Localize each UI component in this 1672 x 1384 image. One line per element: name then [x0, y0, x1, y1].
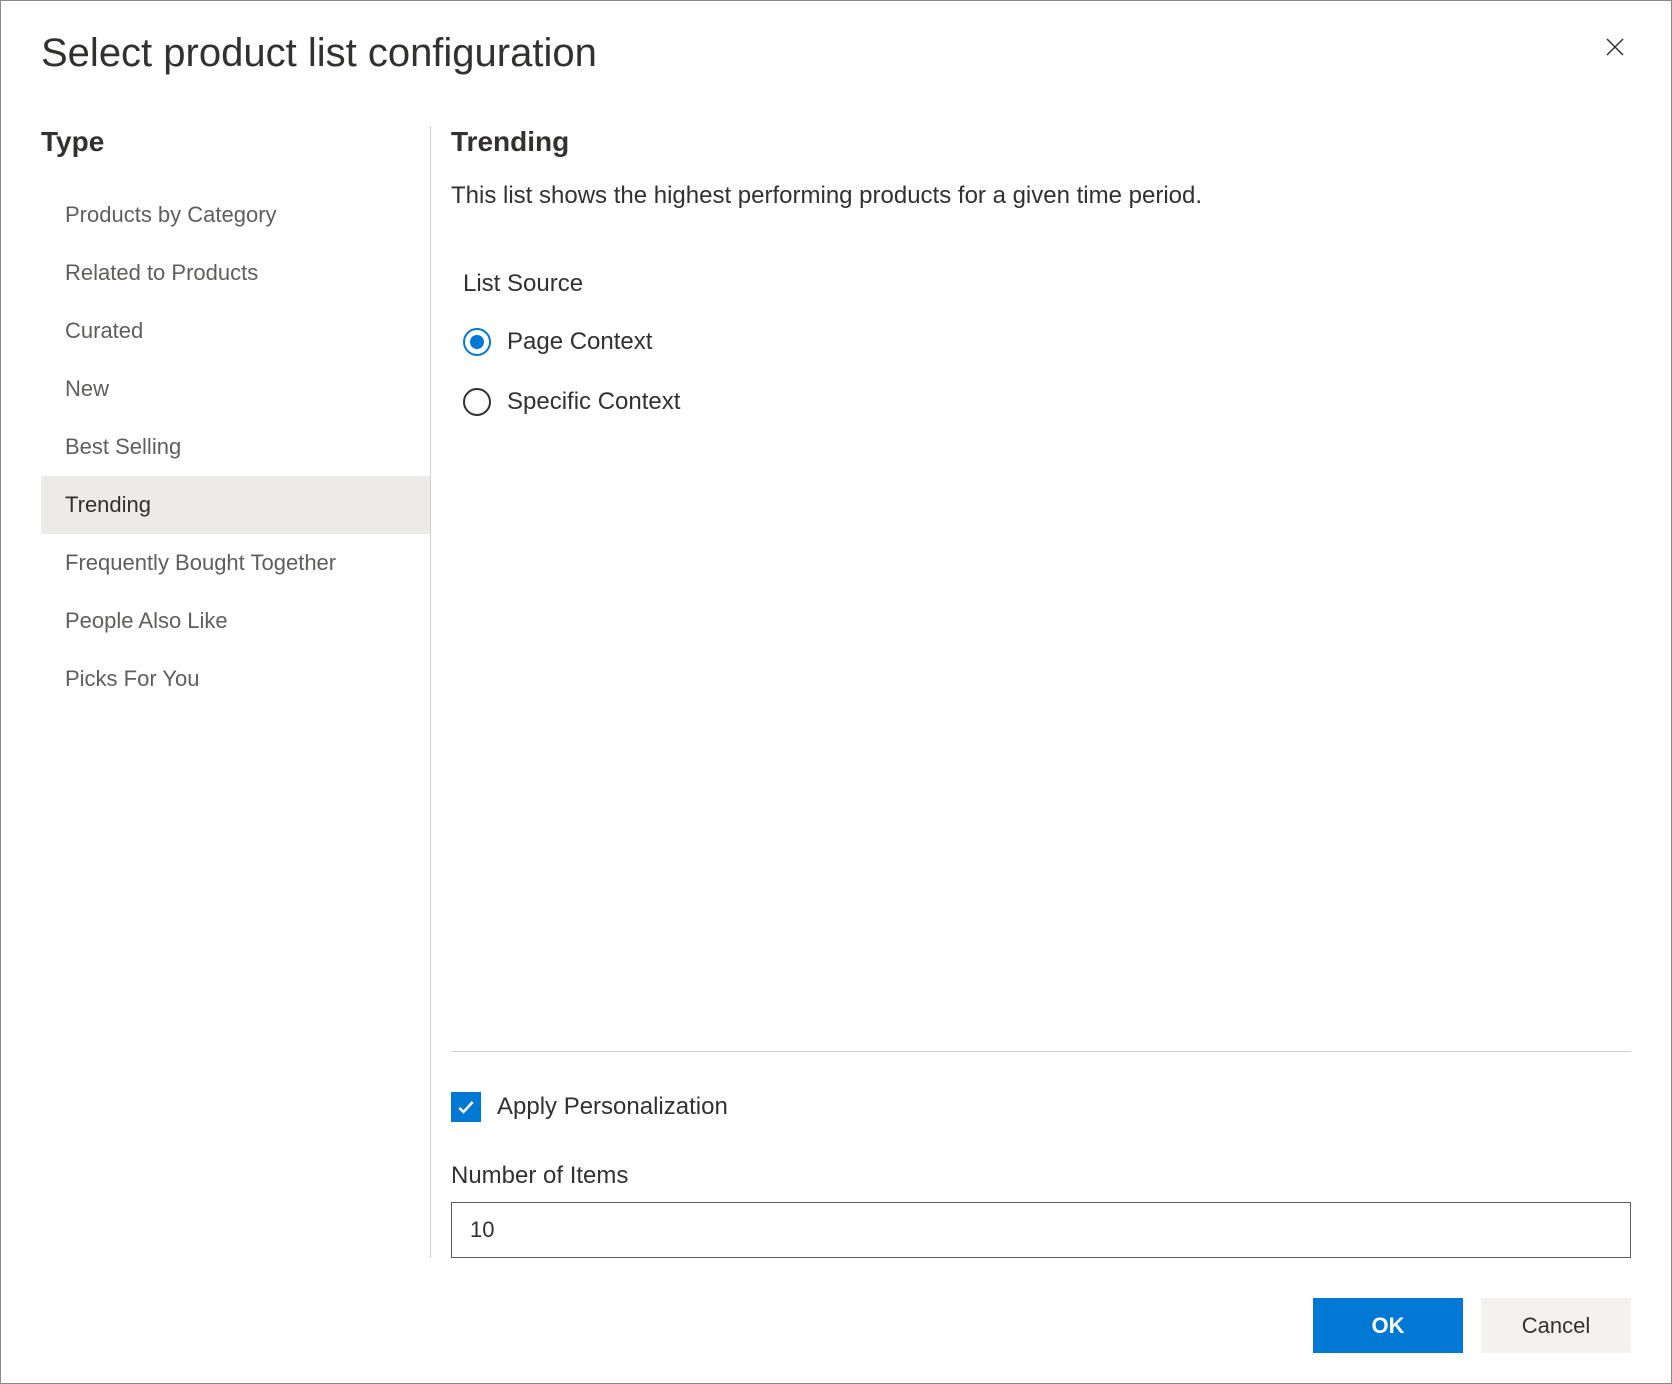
- dialog-container: Select product list configuration Type P…: [0, 0, 1672, 1384]
- apply-personalization-checkbox[interactable]: Apply Personalization: [451, 1092, 1631, 1122]
- radio-label-page-context: Page Context: [507, 328, 652, 356]
- sidebar-item-frequently-bought-together[interactable]: Frequently Bought Together: [41, 534, 430, 592]
- main-description: This list shows the highest performing p…: [451, 182, 1631, 210]
- sidebar-item-picks-for-you[interactable]: Picks For You: [41, 650, 430, 708]
- radio-circle-icon: [463, 328, 491, 356]
- sidebar: Type Products by Category Related to Pro…: [41, 126, 431, 1258]
- main-header: Trending: [451, 126, 1631, 158]
- dialog-title: Select product list configuration: [41, 31, 597, 76]
- radio-label-specific-context: Specific Context: [507, 388, 680, 416]
- checkmark-icon: [456, 1097, 476, 1117]
- number-of-items-input[interactable]: [451, 1202, 1631, 1258]
- apply-personalization-label: Apply Personalization: [497, 1093, 728, 1121]
- dialog-header: Select product list configuration: [41, 31, 1631, 76]
- sidebar-header: Type: [41, 126, 430, 158]
- sidebar-item-trending[interactable]: Trending: [41, 476, 430, 534]
- list-source-label: List Source: [451, 270, 1631, 298]
- list-source-radio-group: Page Context Specific Context: [451, 328, 1631, 416]
- close-icon: [1603, 35, 1627, 59]
- ok-button[interactable]: OK: [1313, 1298, 1463, 1353]
- sidebar-item-curated[interactable]: Curated: [41, 302, 430, 360]
- radio-page-context[interactable]: Page Context: [463, 328, 1631, 356]
- dialog-body: Type Products by Category Related to Pro…: [41, 126, 1631, 1258]
- divider: [451, 1051, 1631, 1052]
- number-of-items-label: Number of Items: [451, 1162, 1631, 1190]
- sidebar-item-best-selling[interactable]: Best Selling: [41, 418, 430, 476]
- spacer: [451, 416, 1631, 1051]
- sidebar-list: Products by Category Related to Products…: [41, 186, 430, 708]
- close-button[interactable]: [1599, 31, 1631, 63]
- dialog-footer: OK Cancel: [41, 1298, 1631, 1353]
- sidebar-item-related-to-products[interactable]: Related to Products: [41, 244, 430, 302]
- main-panel: Trending This list shows the highest per…: [431, 126, 1631, 1258]
- sidebar-item-people-also-like[interactable]: People Also Like: [41, 592, 430, 650]
- radio-circle-icon: [463, 388, 491, 416]
- sidebar-item-products-by-category[interactable]: Products by Category: [41, 186, 430, 244]
- checkbox-box-icon: [451, 1092, 481, 1122]
- radio-dot-icon: [470, 335, 484, 349]
- radio-specific-context[interactable]: Specific Context: [463, 388, 1631, 416]
- cancel-button[interactable]: Cancel: [1481, 1298, 1631, 1353]
- sidebar-item-new[interactable]: New: [41, 360, 430, 418]
